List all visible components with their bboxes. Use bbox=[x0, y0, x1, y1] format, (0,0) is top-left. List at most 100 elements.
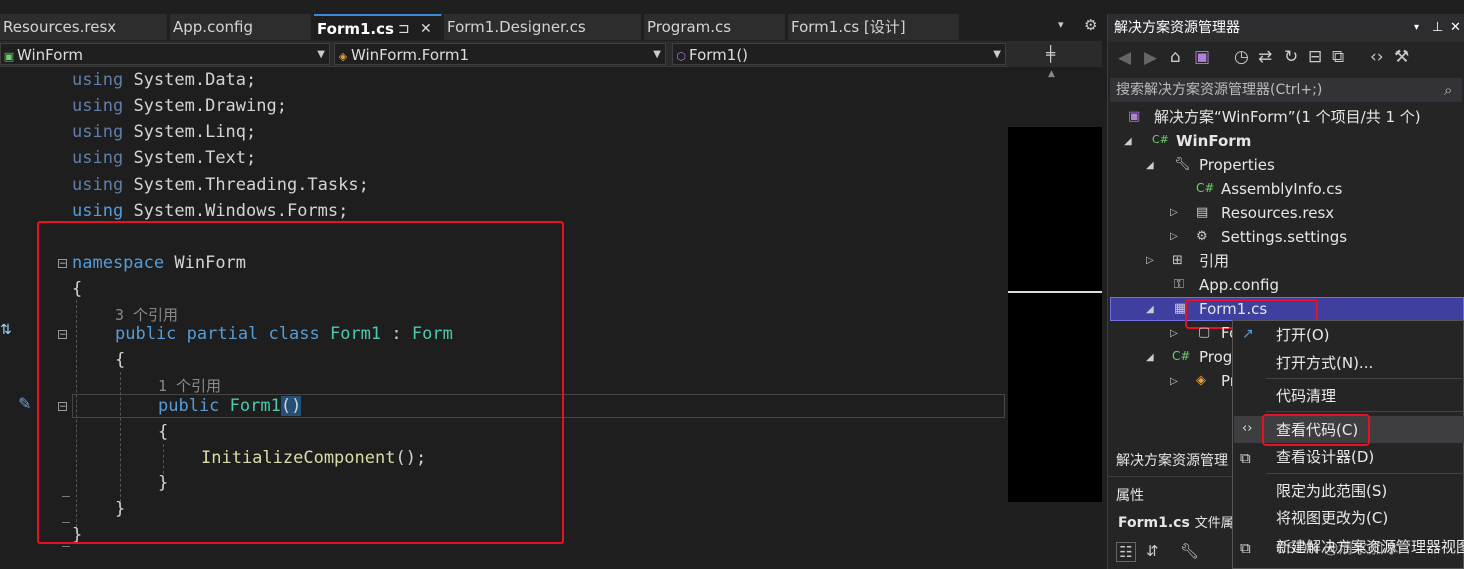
view-designer-icon: ⧉ bbox=[1240, 449, 1251, 467]
menu-item-open-with[interactable]: 打开方式(N)... bbox=[1276, 351, 1373, 375]
split-handle[interactable]: ╪ bbox=[1008, 41, 1102, 67]
search-icon[interactable]: ⌕ bbox=[1444, 78, 1452, 102]
forward-icon[interactable]: ▶ bbox=[1144, 48, 1157, 68]
show-all-files-icon[interactable]: ⧉ bbox=[1332, 47, 1344, 67]
tab-form1-cs[interactable]: Form1.cs ⊐ ✕ bbox=[314, 14, 442, 40]
tree-item-project[interactable]: WinForm bbox=[1176, 129, 1251, 153]
tab-app-config[interactable]: App.config bbox=[170, 14, 312, 40]
collapsed-arrow-icon[interactable]: ▷ bbox=[1170, 376, 1178, 387]
highlight-box bbox=[37, 221, 564, 544]
panel-title: 解决方案资源管理器 bbox=[1114, 20, 1240, 36]
wrench-icon: 🔧︎ bbox=[1174, 157, 1191, 172]
code-line: using System.Threading.Tasks; bbox=[72, 175, 369, 195]
tree-item-references[interactable]: 引用 bbox=[1199, 249, 1229, 273]
class-dropdown[interactable]: ◈ WinForm.Form1 ▼ bbox=[334, 43, 666, 65]
menu-item-change-view-to[interactable]: 将视图更改为(C) bbox=[1276, 506, 1388, 530]
solution-explorer-bottom-tab[interactable]: 解决方案资源管理 bbox=[1116, 449, 1228, 473]
pin-icon[interactable]: ⊥ bbox=[1432, 14, 1443, 42]
code-line: using System.Text; bbox=[72, 148, 257, 168]
class-label: WinForm.Form1 bbox=[351, 46, 470, 64]
tab-form1-designer-cs[interactable]: Form1.Designer.cs bbox=[444, 14, 642, 40]
tree-item-resources[interactable]: Resources.resx bbox=[1221, 201, 1334, 225]
expanded-arrow-icon[interactable]: ◢ bbox=[1146, 304, 1154, 315]
csharp-project-icon: ▣ bbox=[3, 50, 15, 63]
collapsed-arrow-icon[interactable]: ▷ bbox=[1170, 231, 1178, 242]
tab-form1-designer-view[interactable]: Form1.cs [设计] bbox=[788, 14, 960, 40]
properties-title: 属性 bbox=[1116, 488, 1144, 504]
project-label: WinForm bbox=[17, 46, 83, 64]
open-icon: ↗ bbox=[1242, 326, 1254, 342]
tree-item-settings[interactable]: Settings.settings bbox=[1221, 225, 1347, 249]
chevron-down-icon: ▼ bbox=[993, 49, 1001, 60]
member-dropdown[interactable]: ⬡ Form1() ▼ bbox=[672, 43, 1006, 65]
solution-icon: ▣ bbox=[1128, 109, 1141, 124]
search-placeholder: 搜索解决方案资源管理器(Ctrl+;) bbox=[1116, 82, 1323, 98]
csharp-file-icon: C# bbox=[1172, 349, 1191, 363]
project-dropdown[interactable]: ▣ WinForm ▼ bbox=[0, 43, 330, 65]
tree-item-solution[interactable]: 解决方案“WinForm”(1 个项目/共 1 个) bbox=[1154, 105, 1421, 129]
pin-icon[interactable]: ⊐ bbox=[398, 16, 410, 40]
alphabetical-icon[interactable]: ⇵ bbox=[1146, 542, 1159, 560]
menu-separator bbox=[1266, 411, 1464, 412]
minimap[interactable] bbox=[1008, 127, 1102, 502]
properties-wrench-icon[interactable]: ⚒ bbox=[1394, 47, 1409, 67]
collapsed-arrow-icon[interactable]: ▷ bbox=[1170, 207, 1178, 218]
tree-item-program[interactable]: Prog bbox=[1199, 345, 1232, 369]
minimap-scroll-area[interactable]: ▲ bbox=[1008, 67, 1102, 127]
quick-actions-brush-icon[interactable]: ✎ bbox=[18, 394, 31, 413]
refresh-icon[interactable]: ↻ bbox=[1284, 47, 1298, 67]
properties-object-name[interactable]: Form1.cs 文件属 bbox=[1118, 511, 1234, 535]
menu-separator bbox=[1266, 378, 1464, 379]
expanded-arrow-icon[interactable]: ◢ bbox=[1146, 160, 1154, 171]
properties-file-name: Form1.cs bbox=[1118, 515, 1190, 531]
scroll-up-icon[interactable]: ▲ bbox=[1048, 69, 1055, 79]
navigation-bar: ▣ WinForm ▼ ◈ WinForm.Form1 ▼ ⬡ Form1() ▼ bbox=[0, 41, 1008, 67]
back-icon[interactable]: ◀ bbox=[1118, 48, 1131, 68]
csharp-project-icon: C# bbox=[1152, 133, 1169, 146]
split-icon[interactable]: ╪ bbox=[1046, 45, 1055, 63]
expanded-arrow-icon[interactable]: ◢ bbox=[1124, 136, 1132, 147]
csharp-file-icon: C# bbox=[1196, 181, 1215, 195]
menu-separator bbox=[1266, 473, 1464, 474]
properties-file-suffix: 文件属 bbox=[1194, 516, 1234, 531]
view-code-icon[interactable]: ‹› bbox=[1370, 47, 1384, 67]
expanded-arrow-icon[interactable]: ◢ bbox=[1146, 352, 1154, 363]
collapsed-arrow-icon[interactable]: ▷ bbox=[1146, 255, 1154, 266]
tree-item-assemblyinfo[interactable]: AssemblyInfo.cs bbox=[1221, 177, 1342, 201]
collapse-all-icon[interactable]: ⊟ bbox=[1308, 47, 1322, 67]
tab-program-cs[interactable]: Program.cs bbox=[644, 14, 786, 40]
menu-item-code-cleanup[interactable]: 代码清理 bbox=[1276, 384, 1336, 408]
home-icon[interactable]: ⌂ bbox=[1170, 47, 1181, 67]
document-tab-bar: Resources.resx App.config Form1.cs ⊐ ✕ F… bbox=[0, 14, 1104, 40]
close-icon[interactable]: ✕ bbox=[420, 16, 432, 40]
tab-label: App.config bbox=[173, 18, 253, 36]
solution-explorer-search[interactable]: 搜索解决方案资源管理器(Ctrl+;) ⌕ bbox=[1110, 78, 1462, 102]
file-icon: ▢ bbox=[1198, 325, 1211, 340]
categorized-icon[interactable]: ☷ bbox=[1116, 542, 1136, 562]
tab-overflow-icon[interactable]: ▾ bbox=[1058, 18, 1064, 31]
chevron-down-icon: ▼ bbox=[317, 49, 325, 60]
config-file-icon: ⚿ bbox=[1174, 277, 1184, 292]
method-icon: ⬡ bbox=[676, 50, 686, 63]
view-code-icon: ‹› bbox=[1242, 421, 1253, 436]
switch-views-icon[interactable]: ▣ bbox=[1194, 47, 1210, 67]
code-line: using System.Drawing; bbox=[72, 96, 287, 116]
panel-menu-icon[interactable]: ▾ bbox=[1414, 14, 1419, 42]
tab-label: Resources.resx bbox=[3, 18, 117, 36]
code-map-icon[interactable]: ⇅ bbox=[0, 322, 12, 338]
menu-item-scope-to-this[interactable]: 限定为此范围(S) bbox=[1276, 479, 1387, 503]
close-icon[interactable]: ✕ bbox=[1450, 14, 1461, 42]
gear-icon[interactable]: ⚙ bbox=[1084, 16, 1097, 34]
sync-icon[interactable]: ⇄ bbox=[1258, 47, 1272, 67]
highlight-box bbox=[1262, 414, 1370, 446]
resource-file-icon: ▤ bbox=[1196, 205, 1209, 220]
menu-item-open[interactable]: 打开(O) bbox=[1276, 323, 1330, 347]
pending-changes-filter-icon[interactable]: ◷ bbox=[1234, 47, 1249, 67]
tab-label: Form1.Designer.cs bbox=[447, 18, 586, 36]
tree-item-app-config[interactable]: App.config bbox=[1199, 273, 1279, 297]
property-pages-wrench-icon[interactable]: 🔧︎ bbox=[1180, 542, 1199, 560]
tab-resources-resx[interactable]: Resources.resx bbox=[0, 14, 168, 40]
tree-item-properties[interactable]: Properties bbox=[1199, 153, 1275, 177]
menu-item-view-designer[interactable]: 查看设计器(D) bbox=[1276, 445, 1374, 469]
collapsed-arrow-icon[interactable]: ▷ bbox=[1170, 328, 1178, 339]
